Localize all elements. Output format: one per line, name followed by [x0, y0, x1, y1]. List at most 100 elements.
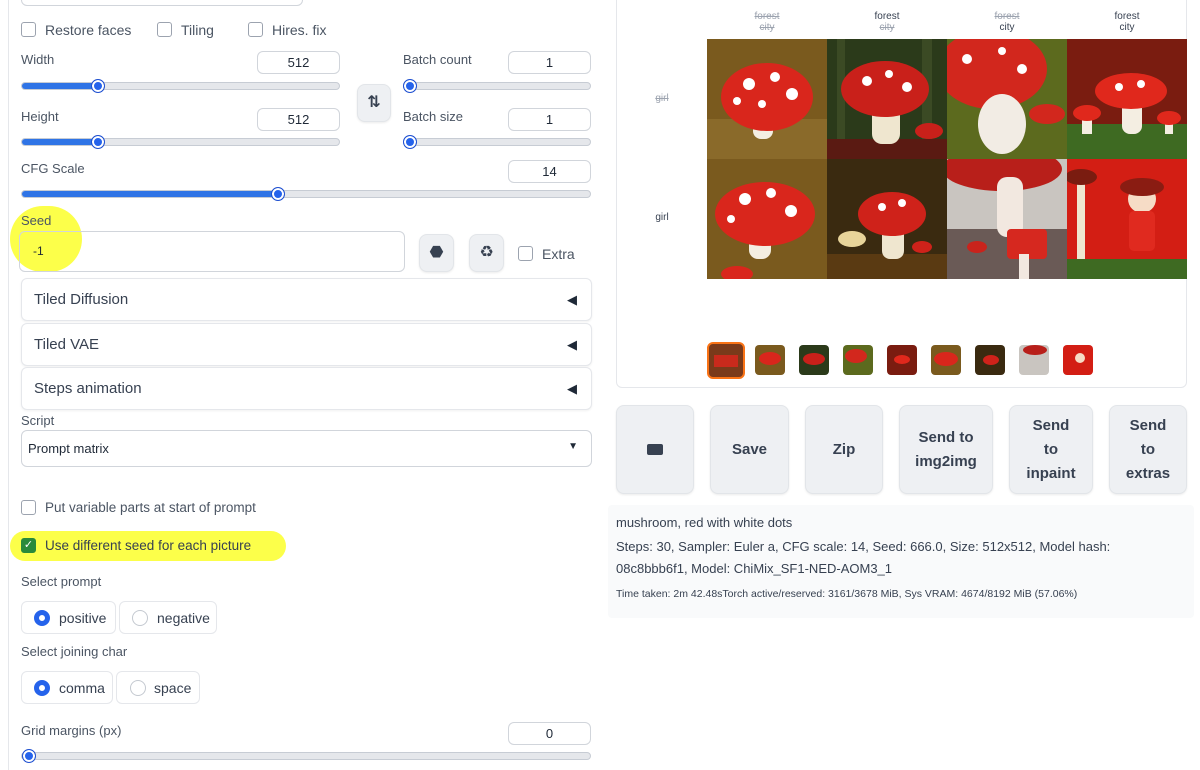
seed-label: Seed	[21, 213, 52, 228]
height-slider-track[interactable]	[21, 138, 340, 146]
cfg-scale-slider-track[interactable]	[21, 190, 591, 198]
thumbnail-3[interactable]	[843, 345, 873, 375]
send-to-extras-label: Send to extras	[1125, 416, 1171, 482]
collapse-triangle-icon: ◀	[567, 337, 577, 352]
col-header-1-top: forest	[754, 11, 780, 22]
col-header-4: forest city	[1067, 11, 1187, 33]
thumbnail-1[interactable]	[755, 345, 785, 375]
row-header-1: girl	[655, 93, 669, 104]
left-divider	[8, 0, 9, 770]
radio-dot-selected	[34, 679, 50, 696]
grid-tile-2	[827, 39, 947, 159]
variable-parts-checkbox[interactable]	[21, 500, 36, 515]
radio-comma-label: comma	[59, 679, 105, 696]
col-header-4-bottom: city	[1119, 22, 1135, 33]
accordion-title: Tiled Diffusion	[34, 291, 129, 308]
dice-icon: ⬣	[429, 244, 444, 261]
row-header-2: girl	[655, 212, 669, 223]
save-button[interactable]: Save	[710, 405, 789, 494]
thumbnail-4[interactable]	[887, 345, 917, 375]
radio-space-label: space	[154, 679, 192, 696]
chevron-down-icon: ▼	[568, 441, 578, 452]
accordion-tiled-vae[interactable]: Tiled VAE ◀	[21, 323, 592, 366]
send-to-extras-button[interactable]: Send to extras	[1109, 405, 1187, 494]
thumbnail-grid[interactable]	[707, 342, 745, 379]
col-header-2-bottom: city	[879, 22, 895, 33]
col-header-1: forest city	[707, 11, 827, 33]
seed-input[interactable]: -1	[19, 231, 405, 272]
accordion-steps-animation[interactable]: Steps animation ◀	[21, 367, 592, 410]
tiling-label: Tiling	[181, 22, 214, 38]
radio-dot-selected	[34, 609, 50, 626]
radio-negative[interactable]: negative	[119, 601, 217, 634]
thumbnail-8[interactable]	[1063, 345, 1093, 375]
send-to-inpaint-button[interactable]: Send to inpaint	[1009, 405, 1093, 494]
thumbnail-2[interactable]	[799, 345, 829, 375]
different-seed-label: Use different seed for each picture	[45, 538, 252, 553]
accordion-tiled-diffusion[interactable]: Tiled Diffusion ◀	[21, 278, 592, 321]
batch-size-label: Batch size	[403, 109, 463, 124]
batch-size-slider-thumb[interactable]	[403, 135, 417, 149]
open-folder-button[interactable]	[616, 405, 694, 494]
extra-seed-label: Extra	[542, 246, 575, 262]
batch-size-slider-track[interactable]	[403, 138, 591, 146]
grid-tile-4	[1067, 39, 1187, 159]
height-slider-thumb[interactable]	[91, 135, 105, 149]
cfg-scale-slider-thumb[interactable]	[271, 187, 285, 201]
send-to-img2img-button[interactable]: Send to img2img	[899, 405, 993, 494]
thumbnail-7[interactable]	[1019, 345, 1049, 375]
tiling-checkbox[interactable]	[157, 22, 172, 37]
collapse-triangle-icon: ◀	[567, 292, 577, 307]
grid-tile-6	[827, 159, 947, 279]
restore-faces-checkbox[interactable]	[21, 22, 36, 37]
script-select[interactable]: Prompt matrix ▼	[21, 430, 592, 467]
col-header-3: forest city	[947, 11, 1067, 33]
folder-icon	[647, 444, 663, 455]
batch-count-slider-thumb[interactable]	[403, 79, 417, 93]
grid-margins-label: Grid margins (px)	[21, 723, 122, 738]
zip-button[interactable]: Zip	[805, 405, 883, 494]
thumbnail-6[interactable]	[975, 345, 1005, 375]
recycle-icon: ♻	[479, 244, 494, 261]
info-time: Time taken: 2m 42.48sTorch active/reserv…	[616, 588, 1078, 600]
thumbnail-5[interactable]	[931, 345, 961, 375]
extra-seed-checkbox[interactable]	[518, 246, 533, 261]
radio-dot	[130, 679, 146, 696]
reuse-seed-button[interactable]: ♻	[469, 234, 504, 272]
col-header-3-bottom: city	[999, 22, 1015, 33]
cfg-scale-input[interactable]: 14	[508, 160, 591, 183]
width-slider-track[interactable]	[21, 82, 340, 90]
width-input[interactable]: 512	[257, 51, 340, 74]
radio-positive[interactable]: positive	[21, 601, 116, 634]
grid-margins-slider-track[interactable]	[21, 752, 591, 760]
radio-space[interactable]: space	[116, 671, 200, 704]
grid-tile-1	[707, 39, 827, 159]
matrix-grid-image[interactable]: forest city forest city forest city fore…	[647, 8, 1187, 280]
height-label: Height	[21, 109, 59, 124]
col-header-2-top: forest	[874, 11, 900, 22]
batch-count-slider-track[interactable]	[403, 82, 591, 90]
random-seed-button[interactable]: ⬣	[419, 234, 454, 272]
grid-margins-input[interactable]: 0	[508, 722, 591, 745]
swap-dimensions-button[interactable]: ⇅	[357, 84, 391, 122]
generation-info-panel: mushroom, red with white dots Steps: 30,…	[608, 505, 1194, 618]
script-label: Script	[21, 413, 55, 428]
accordion-title: Steps animation	[34, 380, 142, 397]
partial-dropdown	[21, 0, 303, 6]
radio-comma[interactable]: comma	[21, 671, 113, 704]
batch-count-input[interactable]: 1	[508, 51, 591, 74]
col-header-3-top: forest	[994, 11, 1020, 22]
joining-char-label: Select joining char	[21, 644, 128, 659]
hires-fix-checkbox[interactable]	[248, 22, 263, 37]
restore-faces-label: Restore faces	[45, 22, 132, 38]
grid-margins-slider-thumb[interactable]	[22, 749, 36, 763]
different-seed-checkbox[interactable]: ✓	[21, 538, 36, 553]
radio-negative-label: negative	[157, 609, 210, 626]
batch-size-input[interactable]: 1	[508, 108, 591, 131]
seed-value: -1	[33, 244, 44, 258]
width-slider-thumb[interactable]	[91, 79, 105, 93]
height-input[interactable]: 512	[257, 108, 340, 131]
col-header-1-bottom: city	[759, 22, 775, 33]
send-to-img2img-label: Send to img2img	[915, 428, 977, 470]
grid-tile-7	[947, 159, 1067, 279]
